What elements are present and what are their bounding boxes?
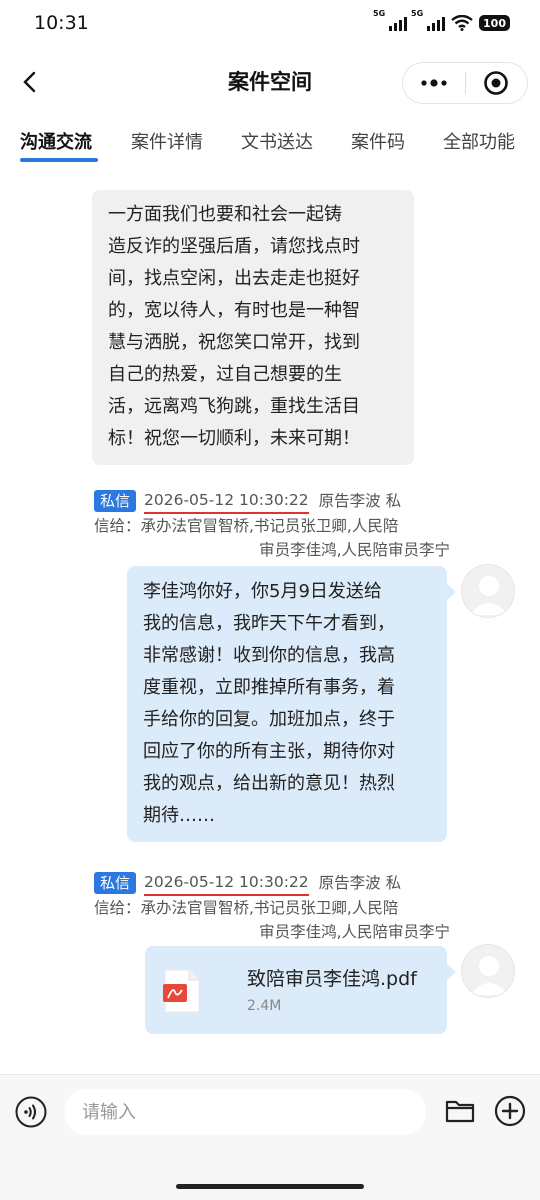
- message-meta: 私信 2026-05-12 10:30:22 原告李波 私 信给：承办法官冒智桥…: [94, 870, 450, 944]
- tab-case-details[interactable]: 案件详情: [131, 128, 203, 154]
- message-line: 活，远离鸡飞狗跳，重找生活目: [108, 396, 360, 417]
- tab-case-code[interactable]: 案件码: [351, 128, 405, 154]
- battery-icon: 100: [479, 15, 510, 31]
- message-line: 手给你的回复。加班加点，终于: [143, 709, 395, 730]
- chat-area[interactable]: 一方面我们也要和社会一起铸 造反诈的坚强后盾，请您找点时 间，找点空闲，出去走走…: [0, 172, 540, 1072]
- received-message-bubble[interactable]: 一方面我们也要和社会一起铸 造反诈的坚强后盾，请您找点时 间，找点空闲，出去走走…: [92, 190, 414, 465]
- message-line: 李佳鸿你好，你5月9日发送给: [143, 581, 382, 602]
- avatar[interactable]: [461, 564, 515, 618]
- message-sender: 原告李波 私: [318, 492, 402, 510]
- file-size: 2.4M: [247, 998, 282, 1014]
- user-avatar-icon: [470, 956, 508, 995]
- message-line: 的，宽以待人，有时也是一种智: [108, 300, 360, 321]
- message-line: 标！祝您一切顺利，未来可期！: [108, 428, 360, 449]
- message-line: 我的观点，给出新的意见！热烈: [143, 773, 395, 794]
- add-button[interactable]: [494, 1095, 526, 1127]
- tab-bar: 沟通交流 案件详情 文书送达 案件码 全部功能: [0, 118, 540, 168]
- home-indicator[interactable]: [176, 1184, 364, 1189]
- message-recipients-cont: 审员李佳鸿,人民陪审员李宁: [259, 923, 450, 941]
- wifi-icon: [451, 15, 473, 31]
- input-bar: [0, 1074, 540, 1200]
- file-attachment-card[interactable]: 致陪审员李佳鸿.pdf 2.4M: [145, 946, 456, 1034]
- message-line: 期待……: [143, 805, 215, 826]
- message-line: 造反诈的坚强后盾，请您找点时: [108, 236, 360, 257]
- title-bar: 案件空间: [0, 52, 540, 112]
- folder-icon: [445, 1100, 475, 1123]
- message-line: 回应了你的所有主张，期待你对: [143, 741, 395, 762]
- message-recipients: 信给：承办法官冒智桥,书记员张卫卿,人民陪: [94, 517, 399, 535]
- mini-program-capsule: [402, 62, 528, 104]
- private-message-badge: 私信: [94, 490, 137, 512]
- tab-document-delivery[interactable]: 文书送达: [241, 128, 313, 154]
- cellular-signal-icon-2: 5G: [411, 9, 446, 31]
- message-line: 间，找点空闲，出去走走也挺好: [108, 268, 360, 289]
- sent-message-bubble[interactable]: 李佳鸿你好，你5月9日发送给 我的信息，我昨天下午才看到， 非常感谢！收到你的信…: [127, 566, 456, 842]
- avatar[interactable]: [461, 944, 515, 998]
- active-tab-indicator: [20, 158, 98, 162]
- message-sender: 原告李波 私: [318, 874, 402, 892]
- message-line: 度重视，立即推掉所有事务，着: [143, 677, 395, 698]
- message-line: 一方面我们也要和社会一起铸: [108, 204, 342, 225]
- message-meta: 私信 2026-05-12 10:30:22 原告李波 私 信给：承办法官冒智桥…: [94, 488, 450, 562]
- status-time: 10:31: [34, 12, 89, 34]
- message-line: 非常感谢！收到你的信息，我高: [143, 645, 395, 666]
- message-timestamp: 2026-05-12 10:30:22: [144, 488, 309, 514]
- close-mini-program-button[interactable]: [466, 63, 528, 103]
- message-line: 慧与洒脱，祝您笑口常开，找到: [108, 332, 360, 353]
- status-bar: 10:31 5G 5G 100: [0, 0, 540, 46]
- plus-circle-icon: [494, 1095, 526, 1127]
- more-button[interactable]: [403, 63, 465, 103]
- file-name: 致陪审员李佳鸿.pdf: [247, 968, 417, 990]
- target-circle-icon: [484, 71, 509, 95]
- voice-button[interactable]: [14, 1095, 48, 1129]
- tab-all-functions[interactable]: 全部功能: [443, 128, 515, 154]
- message-recipients-cont: 审员李佳鸿,人民陪审员李宁: [259, 541, 450, 559]
- private-message-badge: 私信: [94, 872, 137, 894]
- message-recipients: 信给：承办法官冒智桥,书记员张卫卿,人民陪: [94, 899, 399, 917]
- pdf-file-icon: [163, 969, 200, 1013]
- folder-button[interactable]: [444, 1095, 476, 1127]
- message-input[interactable]: [64, 1089, 426, 1135]
- status-icons: 5G 5G 100: [373, 9, 510, 31]
- cellular-signal-icon: 5G: [373, 9, 408, 31]
- more-dots-icon: [421, 79, 447, 87]
- message-timestamp: 2026-05-12 10:30:22: [144, 870, 309, 896]
- user-avatar-icon: [470, 576, 508, 615]
- message-line: 自己的热爱，过自己想要的生: [108, 364, 342, 385]
- message-line: 我的信息，我昨天下午才看到，: [143, 613, 395, 634]
- voice-icon: [15, 1096, 47, 1128]
- tab-communication[interactable]: 沟通交流: [20, 128, 92, 154]
